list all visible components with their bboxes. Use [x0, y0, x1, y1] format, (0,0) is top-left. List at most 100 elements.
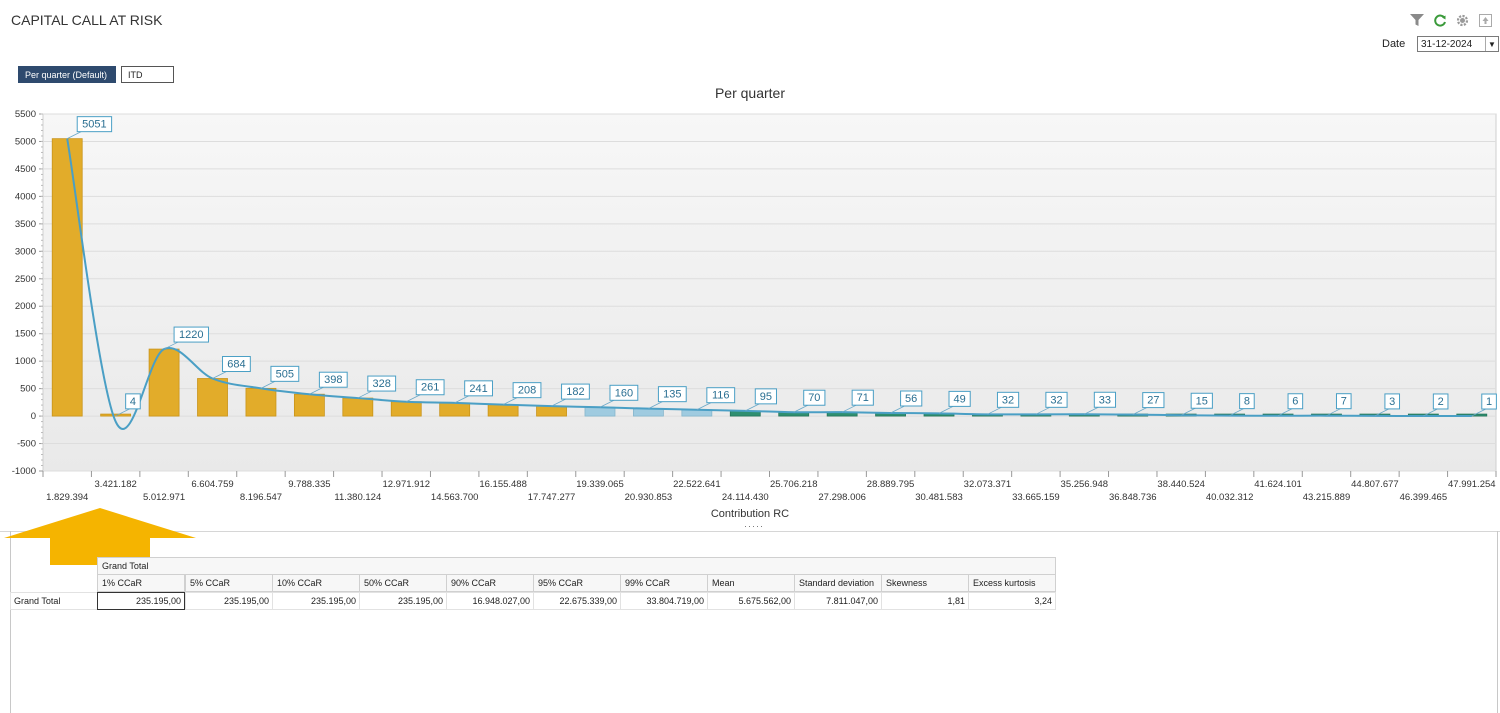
data-label: 70 — [808, 392, 820, 404]
y-tick-label: 3500 — [15, 219, 36, 230]
bar — [584, 406, 616, 417]
page-title: CAPITAL CALL AT RISK — [11, 12, 163, 28]
column-header: Excess kurtosis — [968, 574, 1056, 592]
chevron-down-icon[interactable]: ▼ — [1485, 37, 1498, 51]
table-cell[interactable]: 235.195,00 — [97, 592, 185, 610]
data-label: 1220 — [179, 329, 203, 341]
y-tick-label: 1000 — [15, 356, 36, 367]
data-label: 160 — [615, 387, 633, 399]
y-tick-label: 3000 — [15, 246, 36, 257]
date-label: Date — [1382, 38, 1406, 50]
data-label: 116 — [712, 390, 730, 402]
x-tick-label: 41.624.101 — [1254, 479, 1302, 490]
divider — [0, 531, 1500, 532]
data-label: 398 — [324, 374, 342, 386]
data-label: 33 — [1099, 394, 1111, 406]
data-label: 6 — [1292, 396, 1298, 408]
table-cell[interactable]: 235.195,00 — [359, 592, 447, 610]
table-cell[interactable]: 235.195,00 — [185, 592, 273, 610]
x-tick-label: 14.563.700 — [431, 492, 479, 503]
y-tick-label: 4000 — [15, 191, 36, 202]
bar — [245, 387, 277, 417]
table-cell[interactable]: 5.675.562,00 — [707, 592, 795, 610]
column-header: 10% CCaR — [272, 574, 360, 592]
bar — [342, 397, 374, 417]
x-tick-label: 27.298.006 — [818, 492, 866, 503]
x-tick-label: 19.339.065 — [576, 479, 624, 490]
table-cell[interactable]: 235.195,00 — [272, 592, 360, 610]
x-tick-label: 43.215.889 — [1303, 492, 1351, 503]
x-axis-title: Contribution RC — [710, 508, 790, 520]
bar — [197, 378, 228, 417]
x-tick-label: 35.256.948 — [1061, 479, 1109, 490]
column-header: 95% CCaR — [533, 574, 621, 592]
column-header: 99% CCaR — [620, 574, 708, 592]
y-tick-label: -1000 — [12, 466, 36, 477]
y-tick-label: 5500 — [15, 109, 36, 120]
table-cell[interactable]: 3,24 — [968, 592, 1056, 610]
column-header: 1% CCaR — [97, 574, 185, 592]
y-tick-label: 2500 — [15, 274, 36, 285]
y-tick-label: -500 — [17, 439, 36, 450]
table-cell[interactable]: 1,81 — [881, 592, 969, 610]
y-tick-label: 0 — [31, 411, 36, 422]
bar — [487, 404, 519, 417]
x-tick-label: 24.114.430 — [722, 492, 769, 503]
x-tick-label: 46.399.465 — [1400, 492, 1448, 503]
x-tick-label: 6.604.759 — [191, 479, 233, 490]
x-tick-label: 38.440.524 — [1157, 479, 1205, 490]
settings-icon[interactable] — [1454, 12, 1471, 29]
date-value: 31-12-2024 — [1421, 38, 1473, 50]
column-header: 90% CCaR — [446, 574, 534, 592]
table-cell[interactable]: 33.804.719,00 — [620, 592, 708, 610]
x-tick-label: 5.012.971 — [143, 492, 185, 503]
data-label: 208 — [518, 385, 536, 397]
row-header: Grand Total — [10, 592, 98, 610]
column-header: Skewness — [881, 574, 969, 592]
y-tick-label: 500 — [20, 384, 36, 395]
table-cell[interactable]: 16.948.027,00 — [446, 592, 534, 610]
data-label: 27 — [1147, 395, 1159, 407]
table-cell[interactable]: 7.811.047,00 — [794, 592, 882, 610]
x-tick-label: 40.032.312 — [1206, 492, 1254, 503]
data-label: 4 — [130, 396, 136, 408]
y-tick-label: 1500 — [15, 329, 36, 340]
data-label: 32 — [1002, 394, 1014, 406]
toolbar — [1408, 12, 1494, 29]
data-label: 135 — [663, 389, 681, 401]
refresh-icon[interactable] — [1431, 12, 1448, 29]
x-tick-label: 20.930.853 — [625, 492, 673, 503]
x-tick-label: 33.665.159 — [1012, 492, 1060, 503]
x-tick-label: 22.522.641 — [673, 479, 721, 490]
data-label: 8 — [1244, 396, 1250, 408]
bar — [390, 401, 422, 417]
column-header: 5% CCaR — [185, 574, 273, 592]
data-label: 71 — [857, 392, 869, 404]
column-header: 50% CCaR — [359, 574, 447, 592]
filter-icon[interactable] — [1408, 12, 1425, 29]
date-select[interactable]: 31-12-2024 ▼ — [1417, 36, 1499, 52]
table-cell[interactable]: 22.675.339,00 — [533, 592, 621, 610]
x-tick-label: 25.706.218 — [770, 479, 818, 490]
data-label: 3 — [1389, 396, 1395, 408]
tab-per-quarter[interactable]: Per quarter (Default) — [18, 66, 116, 83]
x-tick-label: 8.196.547 — [240, 492, 282, 503]
bar — [51, 138, 83, 417]
data-label: 5051 — [82, 119, 106, 131]
splitter-handle[interactable]: ····· — [744, 522, 764, 531]
data-label: 261 — [421, 382, 439, 394]
data-label: 32 — [1050, 394, 1062, 406]
x-tick-label: 44.807.677 — [1351, 479, 1399, 490]
data-label: 49 — [953, 393, 965, 405]
data-label: 1 — [1486, 396, 1492, 408]
plot-area — [42, 113, 1497, 472]
x-tick-label: 28.889.795 — [867, 479, 915, 490]
x-tick-label: 36.848.736 — [1109, 492, 1157, 503]
x-tick-label: 1.829.394 — [46, 492, 88, 503]
tab-itd[interactable]: ITD — [121, 66, 174, 83]
data-label: 505 — [276, 368, 294, 380]
x-tick-label: 32.073.371 — [964, 479, 1012, 490]
export-icon[interactable] — [1477, 12, 1494, 29]
bar-chart: 5500500045004000350030002500200015001000… — [12, 109, 1497, 503]
data-label: 182 — [566, 386, 584, 398]
